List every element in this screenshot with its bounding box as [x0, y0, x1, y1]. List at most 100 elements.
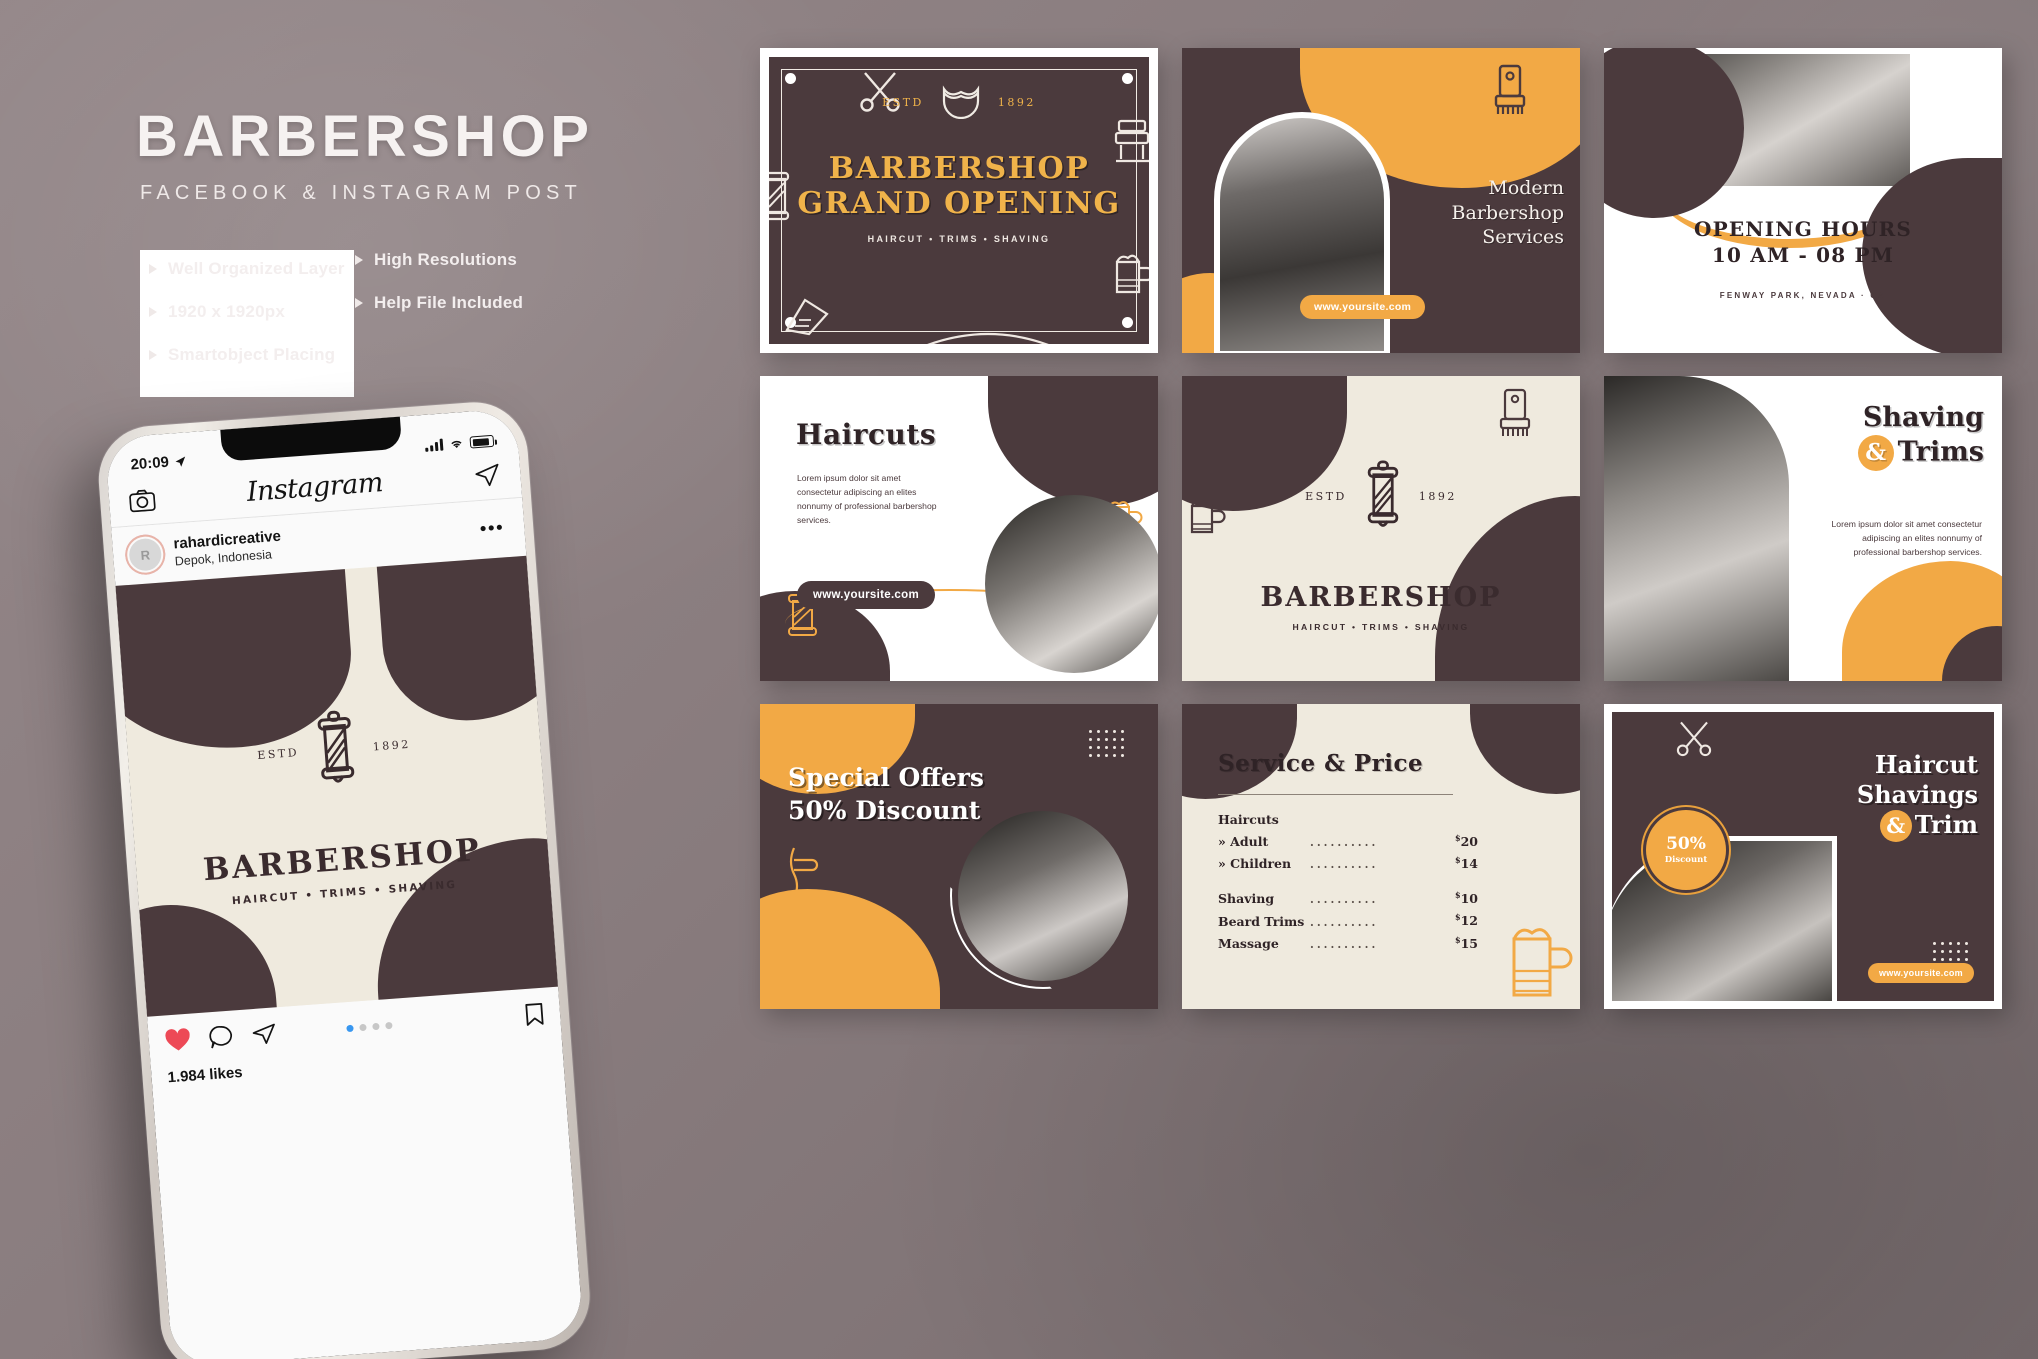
page-subtitle: FACEBOOK & INSTAGRAM POST — [140, 182, 582, 204]
instagram-wordmark: Instagram — [245, 467, 384, 509]
feature-column-2: High Resolutions Help File Included — [355, 250, 523, 336]
discount-badge: 50% Discount — [1648, 812, 1724, 888]
bullet-triangle-icon — [149, 350, 157, 360]
bullet-triangle-icon — [355, 255, 363, 265]
card-hero-text: BARBERSHOP GRAND OPENING HAIRCUT • TRIMS… — [769, 151, 1149, 244]
discount-percent: 50% — [1666, 833, 1706, 854]
card-heading: Service & Price — [1218, 750, 1424, 777]
card-haircut-shavings[interactable]: 50% Discount Haircut Shavings & Trim www.… — [1604, 704, 2002, 1009]
battery-icon — [469, 434, 495, 449]
price-value: $10 — [1444, 890, 1478, 906]
price-value: $12 — [1444, 912, 1478, 928]
card-special-offers[interactable]: Special Offers 50% Discount — [760, 704, 1158, 1009]
card-heading: Special Offers 50% Discount — [788, 762, 984, 827]
card-body-text: Lorem ipsum dolor sit amet consectetur a… — [797, 473, 937, 525]
card-grand-opening-inner: ESTD 1892 BARBERSHOP GRAND OPENING HAIRC… — [769, 57, 1149, 344]
heading-line-1: Shaving — [1862, 402, 1984, 433]
left-info-panel: BARBERSHOP FACEBOOK & INSTAGRAM POST Wel… — [0, 0, 720, 1359]
heart-icon[interactable] — [164, 1028, 192, 1054]
card-logo: ESTD 1892 — [769, 85, 1149, 119]
price-group-label: Haircuts — [1218, 812, 1279, 827]
direct-message-icon[interactable] — [473, 462, 501, 488]
price-row: » Children .......... $14 — [1218, 855, 1478, 871]
brown-blob-top — [988, 376, 1158, 506]
card-barbershop-logo[interactable]: ESTD 1892 BARBERSHOP HAIRCUT • TRIMS • S… — [1182, 376, 1580, 681]
barber-pole-icon — [317, 710, 355, 783]
post-blob-bottom-left — [115, 897, 282, 1017]
share-icon[interactable] — [251, 1021, 278, 1047]
page-title: BARBERSHOP — [136, 104, 594, 169]
comment-icon[interactable] — [208, 1024, 235, 1050]
status-time-group: 20:09 — [130, 452, 187, 473]
card-haircuts[interactable]: Haircuts Lorem ipsum dolor sit amet cons… — [760, 376, 1158, 681]
template-grid: ESTD 1892 BARBERSHOP GRAND OPENING HAIRC… — [760, 48, 2002, 1032]
price-number: 14 — [1460, 856, 1478, 872]
bookmark-icon[interactable] — [524, 1002, 545, 1027]
location-arrow-icon — [175, 455, 186, 467]
grid-row-1: ESTD 1892 BARBERSHOP GRAND OPENING HAIRC… — [760, 48, 2002, 353]
heading-line-2: 50% Discount — [788, 795, 981, 825]
card-service-price[interactable]: Service & Price Haircuts » Adult .......… — [1182, 704, 1580, 1009]
corner-dot-icon — [1122, 317, 1133, 328]
instagram-app: 20:09 Instagram R rahardicreative Depok,… — [104, 408, 584, 1359]
card-opening-hours[interactable]: OPENING HOURS 10 AM - 08 PM FENWAY PARK,… — [1604, 48, 2002, 353]
heading-line-2: Shavings — [1856, 779, 1978, 809]
post-artwork: ESTD 1892 BARBERSHOP HAIRCUT • TRIMS • S… — [115, 555, 559, 1017]
corner-dot-icon — [785, 73, 796, 84]
price-value: $14 — [1444, 855, 1478, 871]
card-shaving-trims[interactable]: Shaving & Trims Lorem ipsum dolor sit ame… — [1604, 376, 2002, 681]
website-badge[interactable]: www.yoursite.com — [1300, 295, 1426, 319]
signal-bars-icon — [425, 438, 444, 452]
post-image[interactable]: ESTD 1892 BARBERSHOP HAIRCUT • TRIMS • S… — [115, 555, 559, 1017]
card-heading: Haircut Shavings & Trim — [1857, 750, 1978, 842]
card-center-content: ESTD 1892 BARBERSHOP HAIRCUT • TRIMS • S… — [1182, 460, 1580, 632]
price-item-name: Shaving — [1218, 891, 1275, 907]
barber-photo — [985, 495, 1158, 673]
clipper-icon — [1494, 64, 1526, 114]
feature-item: High Resolutions — [355, 250, 523, 270]
price-row: Massage .......... $15 — [1218, 935, 1478, 951]
status-indicators — [425, 434, 495, 452]
camera-icon[interactable] — [128, 488, 156, 512]
price-row: » Adult .......... $20 — [1218, 833, 1478, 849]
mustache-icon — [942, 85, 979, 119]
feature-label: 1920 x 1920px — [168, 302, 285, 321]
estd-year: 1892 — [372, 737, 412, 753]
price-value: $15 — [1444, 935, 1478, 951]
avatar[interactable]: R — [125, 535, 165, 574]
price-dots: .......... — [1310, 915, 1379, 929]
price-number: 20 — [1460, 834, 1478, 850]
feature-label: Smartobject Placing — [168, 345, 336, 364]
card-modern-services[interactable]: Modern Barbershop Services www.yoursite.co… — [1182, 48, 1580, 353]
carousel-dots[interactable] — [346, 1021, 393, 1032]
price-item-name: » Children — [1218, 856, 1292, 872]
price-value: $20 — [1444, 833, 1478, 849]
price-dots: .......... — [1310, 858, 1379, 872]
card-heading: Haircuts — [796, 418, 937, 451]
phone-mockup: 20:09 Instagram R rahardicreative Depok,… — [95, 398, 594, 1359]
card-heading: Shaving & Trims — [1857, 402, 1984, 471]
dot-grid-decoration — [1933, 942, 1968, 961]
feature-item: Smartobject Placing — [149, 345, 345, 365]
price-dots: .......... — [1310, 836, 1379, 850]
estd-row: ESTD 1892 — [1182, 460, 1580, 532]
ampersand-badge: & — [1879, 810, 1912, 842]
website-badge[interactable]: www.yoursite.com — [1868, 963, 1974, 983]
discount-label: Discount — [1664, 854, 1708, 865]
card-text-block: OPENING HOURS 10 AM - 08 PM FENWAY PARK,… — [1604, 216, 2002, 300]
heading-line-2: Trims — [1897, 436, 1984, 468]
price-row: Beard Trims .......... $12 — [1218, 912, 1478, 928]
card-tagline: HAIRCUT • TRIMS • SHAVING — [867, 233, 1051, 244]
yellow-blob-bottom — [760, 889, 940, 1009]
beer-mug-icon — [1512, 928, 1573, 997]
feature-column-1: Well Organized Layer 1920 x 1920px Smart… — [140, 250, 354, 397]
beer-mug-icon — [1115, 254, 1149, 294]
card-tagline: HAIRCUT • TRIMS • SHAVING — [1292, 622, 1470, 632]
price-dots: .......... — [1310, 937, 1379, 951]
post-options-icon[interactable]: ••• — [479, 517, 511, 541]
price-row: Shaving .......... $10 — [1218, 890, 1478, 906]
heading-line-1: Special Offers — [788, 763, 985, 792]
website-badge[interactable]: www.yoursite.com — [797, 581, 935, 609]
card-title: BARBERSHOP — [1260, 582, 1502, 613]
card-grand-opening[interactable]: ESTD 1892 BARBERSHOP GRAND OPENING HAIRC… — [760, 48, 1158, 353]
